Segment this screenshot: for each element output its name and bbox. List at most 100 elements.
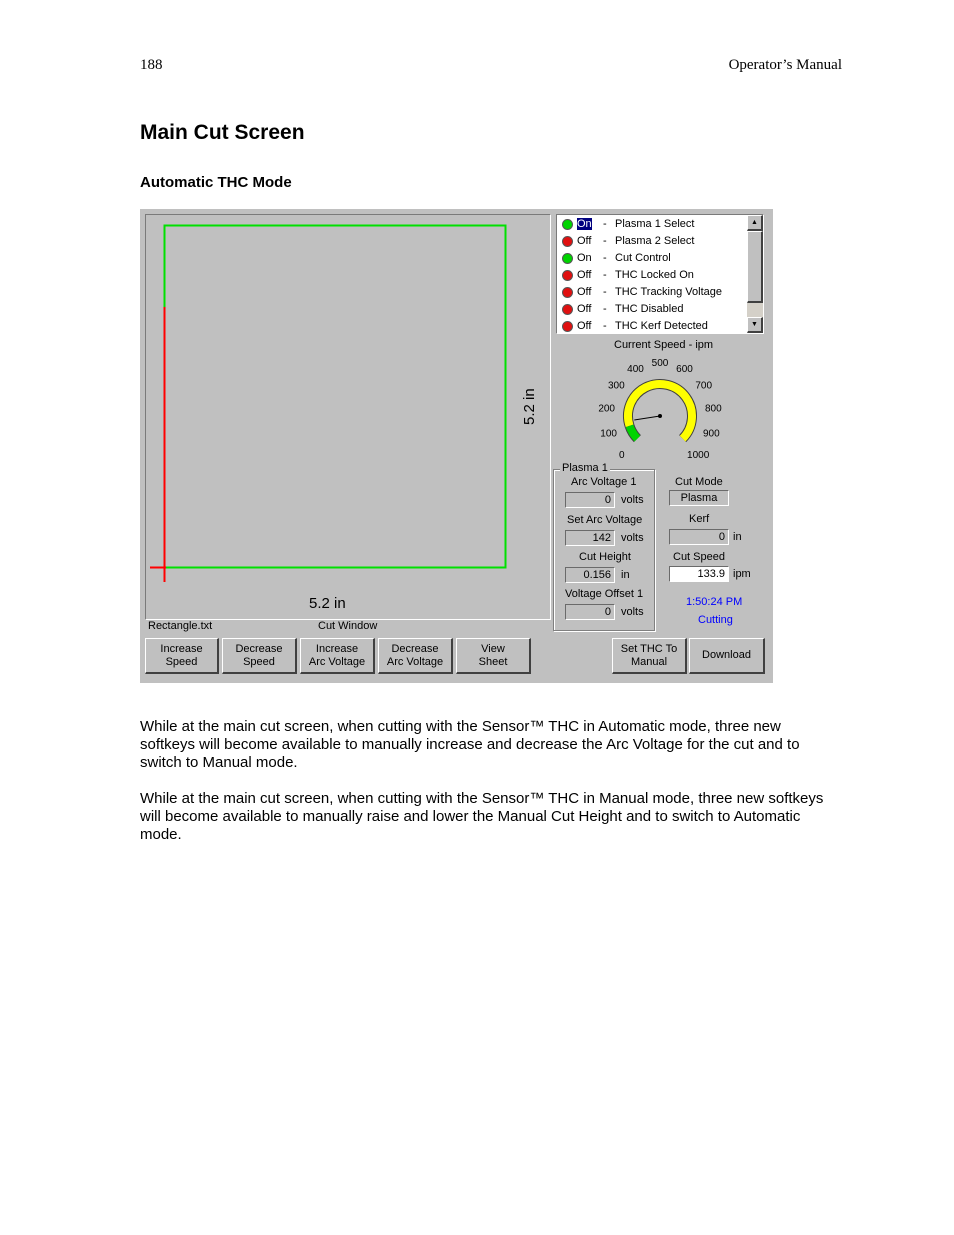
scroll-up-arrow-icon[interactable]: ▲ xyxy=(747,215,763,231)
status-led-icon xyxy=(562,287,573,298)
decrease-arc-voltage-button[interactable]: Decrease Arc Voltage xyxy=(378,638,453,674)
main-cut-screen-screenshot: 5.2 in 5.2 in Rectangle.txt Cut Window O… xyxy=(140,209,773,683)
view-sheet-label-1: View xyxy=(481,642,505,655)
status-name: Cut Control xyxy=(615,252,671,264)
status-state: Off xyxy=(577,286,592,298)
file-name-label: Rectangle.txt xyxy=(148,620,213,632)
increase-speed-label-1: Increase xyxy=(160,642,203,655)
status-led-icon xyxy=(562,321,573,332)
set-arc-voltage-label: Set Arc Voltage xyxy=(567,514,643,526)
gauge-tick-label: 1000 xyxy=(687,450,710,459)
arc-voltage-unit: volts xyxy=(621,494,644,506)
cut-window-height-label: 5.2 in xyxy=(521,388,538,425)
cut-speed-unit: ipm xyxy=(733,568,751,580)
cut-path-drawing xyxy=(150,224,507,582)
cut-speed-label: Cut Speed xyxy=(673,551,725,563)
download-label: Download xyxy=(702,649,751,661)
status-name: Plasma 1 Select xyxy=(615,218,695,230)
gauge-arc-green xyxy=(625,424,641,442)
view-sheet-button[interactable]: View Sheet xyxy=(456,638,531,674)
increase-speed-button[interactable]: Increase Speed xyxy=(145,638,219,674)
decrease-arc-label-2: Arc Voltage xyxy=(386,655,444,668)
set-thc-label-1: Set THC To xyxy=(620,642,678,655)
download-button[interactable]: Download xyxy=(689,638,765,674)
gauge-tick-label: 300 xyxy=(608,380,625,391)
voltage-offset-unit: volts xyxy=(621,606,644,618)
status-separator: - xyxy=(603,303,607,315)
cut-mode-field: Plasma xyxy=(669,490,729,506)
status-name: THC Disabled xyxy=(615,303,684,315)
status-row[interactable]: Off - THC Tracking Voltage xyxy=(557,285,747,302)
page-number: 188 xyxy=(140,57,163,73)
status-list[interactable]: On - Plasma 1 Select Off - Plasma 2 Select On -… xyxy=(556,214,764,334)
status-separator: - xyxy=(603,320,607,332)
voltage-offset-field: 0 xyxy=(565,604,615,620)
set-arc-voltage-unit: volts xyxy=(621,532,644,544)
status-state: Off xyxy=(577,235,592,247)
gauge-tick-label: 600 xyxy=(676,364,693,375)
scroll-down-arrow-icon[interactable]: ▼ xyxy=(747,317,763,333)
status-separator: - xyxy=(603,235,607,247)
status-row[interactable]: On - Cut Control xyxy=(557,251,747,268)
status-led-icon xyxy=(562,219,573,230)
decrease-speed-button[interactable]: Decrease Speed xyxy=(222,638,297,674)
status-separator: - xyxy=(603,218,607,230)
cut-height-unit: in xyxy=(621,569,630,581)
gauge-tick-label: 400 xyxy=(627,364,644,375)
cut-window-caption: Cut Window xyxy=(318,620,378,632)
cut-height-field: 0.156 xyxy=(565,567,615,583)
increase-arc-voltage-button[interactable]: Increase Arc Voltage xyxy=(300,638,375,674)
kerf-label: Kerf xyxy=(689,513,710,525)
status-separator: - xyxy=(603,286,607,298)
arc-voltage-label: Arc Voltage 1 xyxy=(571,476,637,488)
gauge-tick-label: 200 xyxy=(598,404,615,415)
voltage-offset-label: Voltage Offset 1 xyxy=(565,588,644,600)
status-state: On xyxy=(577,252,592,264)
status-row[interactable]: Off - THC Kerf Detected xyxy=(557,319,747,333)
gauge-tick-label: 0 xyxy=(619,450,625,459)
cut-speed-field[interactable]: 133.9 xyxy=(669,566,729,582)
plasma-group-title: Plasma 1 xyxy=(560,462,610,474)
gauge-needle xyxy=(634,415,661,421)
cut-window-width-label: 5.2 in xyxy=(309,595,346,612)
status-row[interactable]: Off - THC Disabled xyxy=(557,302,747,319)
view-sheet-label-2: Sheet xyxy=(478,655,508,668)
status-row[interactable]: Off - Plasma 2 Select xyxy=(557,234,747,251)
kerf-unit: in xyxy=(733,531,742,543)
decrease-speed-label-2: Speed xyxy=(243,655,275,668)
gauge-tick-label: 900 xyxy=(703,429,720,440)
kerf-field: 0 xyxy=(669,529,729,545)
arc-voltage-field: 0 xyxy=(565,492,615,508)
status-row[interactable]: Off - THC Locked On xyxy=(557,268,747,285)
section-subheading: Automatic THC Mode xyxy=(140,174,292,191)
set-thc-to-manual-button[interactable]: Set THC To Manual xyxy=(612,638,687,674)
scroll-thumb[interactable] xyxy=(747,231,763,303)
status-name: THC Tracking Voltage xyxy=(615,286,722,298)
status-state: Off xyxy=(577,303,592,315)
status-scrollbar[interactable]: ▲ ▼ xyxy=(747,215,763,333)
status-state: On xyxy=(576,217,593,231)
gauge-tick-label: 800 xyxy=(705,404,722,415)
paragraph-manual-mode: While at the main cut screen, when cutti… xyxy=(140,790,824,843)
status-name: THC Kerf Detected xyxy=(615,320,708,332)
status-name: Plasma 2 Select xyxy=(615,235,695,247)
set-thc-label-2: Manual xyxy=(630,655,668,668)
manual-title: Operator’s Manual xyxy=(728,57,842,73)
status-state: Off xyxy=(577,320,592,332)
cut-window[interactable]: 5.2 in 5.2 in xyxy=(145,214,551,620)
decrease-arc-label-1: Decrease xyxy=(391,642,439,655)
status-led-icon xyxy=(562,270,573,281)
rectangle-path xyxy=(163,224,507,569)
increase-speed-label-2: Speed xyxy=(165,655,198,668)
set-arc-voltage-field: 142 xyxy=(565,530,615,546)
paragraph-automatic-mode: While at the main cut screen, when cutti… xyxy=(140,718,800,771)
increase-arc-label-1: Increase xyxy=(315,642,359,655)
decrease-speed-label-1: Decrease xyxy=(235,642,283,655)
status-led-icon xyxy=(562,304,573,315)
gauge-tick-label: 100 xyxy=(600,429,617,440)
status-name: THC Locked On xyxy=(615,269,694,281)
status-state: Off xyxy=(577,269,592,281)
gauge-tick-label: 500 xyxy=(652,358,669,369)
status-row[interactable]: On - Plasma 1 Select xyxy=(557,217,747,234)
cut-status: Cutting xyxy=(698,614,733,626)
